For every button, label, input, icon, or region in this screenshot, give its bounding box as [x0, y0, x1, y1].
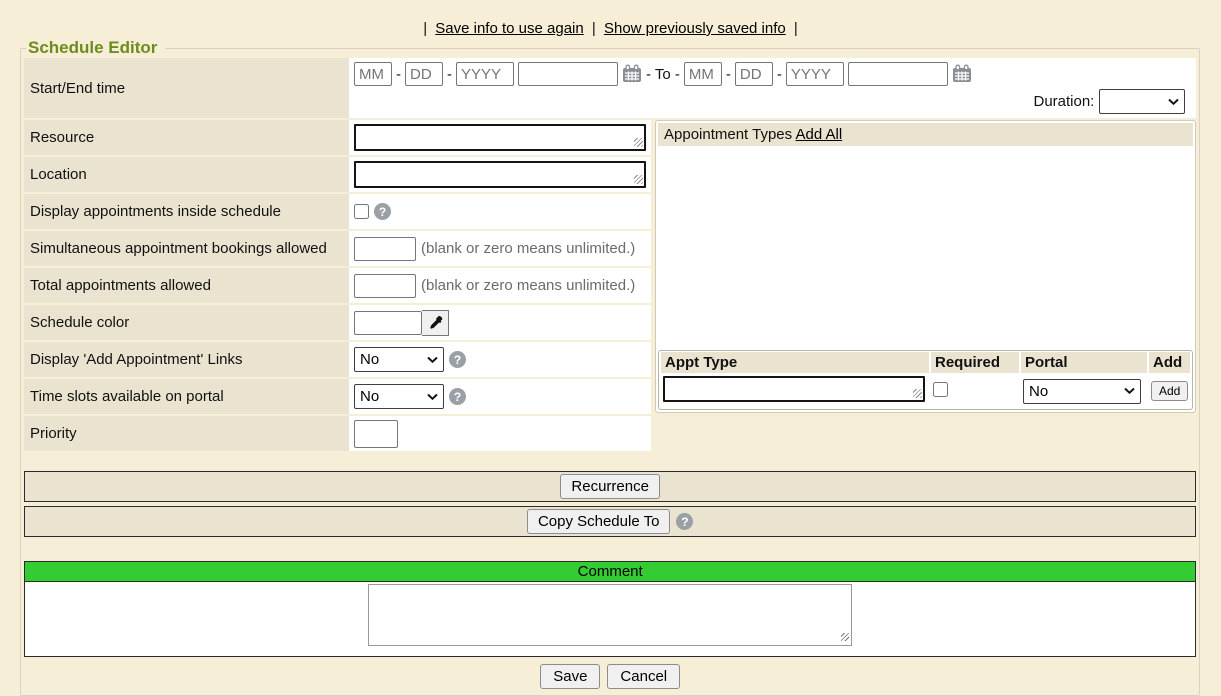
save-cancel-row: Save Cancel	[24, 664, 1196, 689]
required-header: Required	[931, 352, 1019, 373]
schedule-editor-panel: Schedule Editor Start/End time - -	[20, 38, 1200, 696]
copy-schedule-bar: Copy Schedule To ?	[24, 506, 1196, 537]
comment-input[interactable]	[368, 584, 852, 646]
start-month-input[interactable]	[354, 62, 392, 86]
date-separator: -	[777, 66, 782, 83]
eyedropper-icon	[428, 315, 443, 330]
location-label: Location	[24, 157, 349, 192]
simultaneous-input[interactable]	[354, 237, 416, 261]
time-slots-label: Time slots available on portal	[24, 379, 349, 414]
add-all-link[interactable]: Add All	[795, 126, 842, 143]
link-separator: |	[794, 20, 798, 37]
unlimited-hint: (blank or zero means unlimited.)	[421, 240, 635, 257]
unlimited-hint: (blank or zero means unlimited.)	[421, 277, 635, 294]
help-icon[interactable]: ?	[449, 351, 466, 368]
portal-header: Portal	[1021, 352, 1147, 373]
copy-schedule-to-button[interactable]: Copy Schedule To	[527, 509, 670, 534]
schedule-color-row: Schedule color	[24, 305, 651, 340]
priority-row: Priority	[24, 416, 651, 451]
add-appt-links-row: Display 'Add Appointment' Links No ?	[24, 342, 651, 377]
end-month-input[interactable]	[684, 62, 722, 86]
end-calendar-icon[interactable]	[952, 64, 972, 84]
time-slots-select[interactable]: No	[354, 384, 444, 409]
duration-select[interactable]	[1099, 89, 1185, 114]
start-end-inputs: - - - To - - -	[349, 58, 1196, 118]
location-input[interactable]	[354, 161, 646, 188]
resource-label: Resource	[24, 120, 349, 155]
date-separator: -	[726, 66, 731, 83]
display-inside-checkbox[interactable]	[354, 204, 369, 219]
appointment-types-title: Appointment Types	[664, 126, 792, 143]
display-inside-row: Display appointments inside schedule ?	[24, 194, 651, 229]
top-links: | Save info to use again | Show previous…	[0, 0, 1221, 38]
save-info-link[interactable]: Save info to use again	[435, 20, 583, 37]
appt-type-input[interactable]	[663, 376, 925, 402]
simultaneous-row: Simultaneous appointment bookings allowe…	[24, 231, 651, 266]
cancel-button[interactable]: Cancel	[607, 664, 680, 689]
color-picker-button[interactable]	[422, 310, 449, 336]
display-inside-label: Display appointments inside schedule	[24, 194, 349, 229]
start-year-input[interactable]	[456, 62, 514, 86]
total-appointments-row: Total appointments allowed (blank or zer…	[24, 268, 651, 303]
date-line: - - - To - - -	[354, 61, 1191, 86]
schedule-color-label: Schedule color	[24, 305, 349, 340]
appt-table-header-row: Appt Type Required Portal Add	[661, 352, 1190, 373]
duration-line: Duration:	[354, 86, 1191, 115]
appointment-type-table: Appt Type Required Portal Add	[658, 350, 1193, 410]
left-form-table: Resource Location Disp	[24, 120, 651, 453]
appointment-types-panel: Appointment Types Add All Appt Type Requ…	[655, 120, 1196, 413]
total-appointments-label: Total appointments allowed	[24, 268, 349, 303]
date-separator: -	[396, 66, 401, 83]
help-icon[interactable]: ?	[449, 388, 466, 405]
time-slots-row: Time slots available on portal No ?	[24, 379, 651, 414]
appointment-types-header: Appointment Types Add All	[658, 123, 1193, 146]
link-separator: |	[592, 20, 596, 37]
end-day-input[interactable]	[735, 62, 773, 86]
help-icon[interactable]: ?	[374, 203, 391, 220]
to-separator: - To -	[646, 66, 680, 83]
end-time-input[interactable]	[848, 62, 948, 86]
add-appt-links-label: Display 'Add Appointment' Links	[24, 342, 349, 377]
total-appointments-input[interactable]	[354, 274, 416, 298]
simultaneous-label: Simultaneous appointment bookings allowe…	[24, 231, 349, 266]
comment-body	[25, 582, 1195, 656]
date-separator: -	[447, 66, 452, 83]
required-checkbox[interactable]	[933, 382, 948, 397]
add-header: Add	[1149, 352, 1190, 373]
location-row: Location	[24, 157, 651, 192]
add-appt-links-select[interactable]: No	[354, 347, 444, 372]
recurrence-bar: Recurrence	[24, 471, 1196, 502]
start-end-label: Start/End time	[24, 58, 349, 118]
resource-input[interactable]	[354, 124, 646, 151]
start-time-input[interactable]	[518, 62, 618, 86]
start-end-row: Start/End time - - - To -	[24, 58, 1196, 118]
add-button[interactable]: Add	[1151, 381, 1188, 401]
end-year-input[interactable]	[786, 62, 844, 86]
appt-type-header: Appt Type	[661, 352, 929, 373]
show-saved-link[interactable]: Show previously saved info	[604, 20, 786, 37]
comment-header: Comment	[25, 562, 1195, 582]
appt-table-input-row: No Add	[661, 375, 1190, 407]
resource-row: Resource	[24, 120, 651, 155]
portal-select[interactable]: No	[1023, 379, 1141, 404]
main-columns: Resource Location Disp	[24, 120, 1196, 453]
page-title: Schedule Editor	[26, 38, 165, 58]
link-separator: |	[423, 20, 427, 37]
schedule-color-input[interactable]	[354, 311, 422, 335]
save-button[interactable]: Save	[540, 664, 600, 689]
help-icon[interactable]: ?	[676, 513, 693, 530]
duration-label: Duration:	[1033, 93, 1094, 110]
priority-label: Priority	[24, 416, 349, 451]
recurrence-button[interactable]: Recurrence	[560, 474, 660, 499]
start-calendar-icon[interactable]	[622, 64, 642, 84]
priority-input[interactable]	[354, 420, 398, 448]
comment-section: Comment	[24, 561, 1196, 657]
start-day-input[interactable]	[405, 62, 443, 86]
